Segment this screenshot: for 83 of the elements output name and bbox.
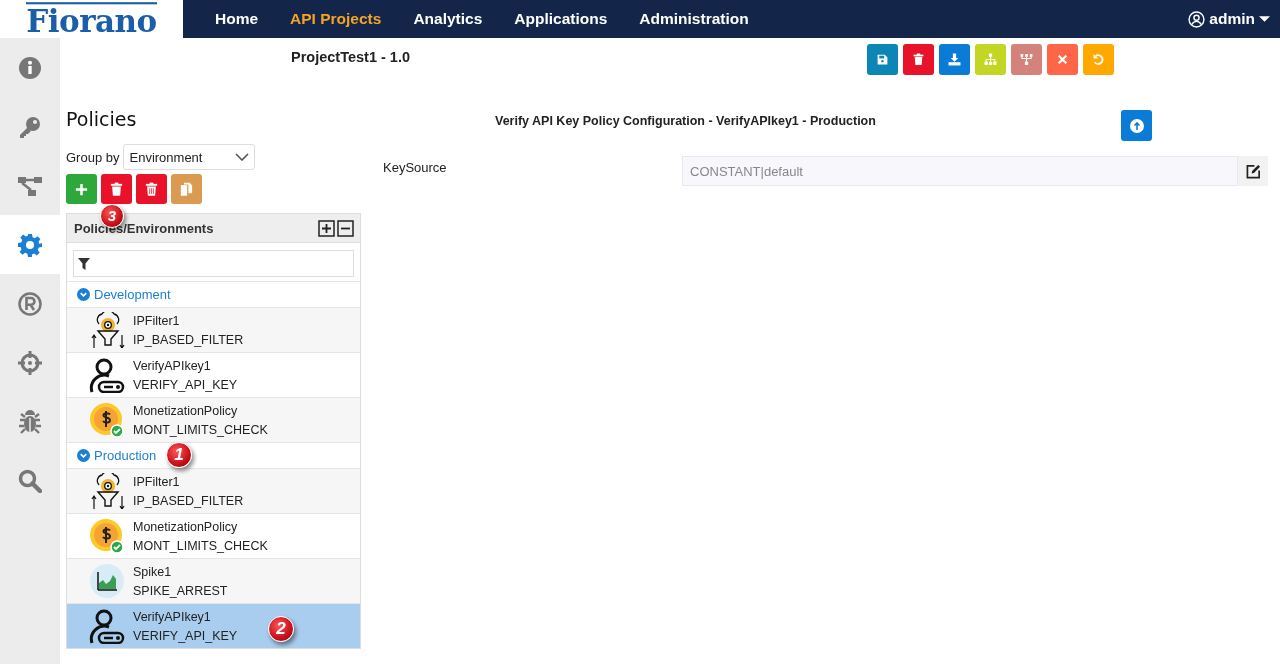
download-icon — [948, 53, 961, 66]
caret-icon[interactable] — [1259, 16, 1270, 22]
chevron-circle-icon[interactable] — [77, 449, 90, 462]
save-button[interactable] — [867, 44, 898, 75]
group-label[interactable]: Production — [94, 448, 157, 463]
group-by-label: Group by — [66, 149, 120, 165]
callout-marker: 1 — [166, 442, 192, 468]
sitemap-icon — [984, 53, 997, 66]
add-button[interactable] — [66, 174, 97, 204]
filter-gear-icon — [89, 312, 125, 348]
bug-icon[interactable] — [18, 409, 42, 434]
logo: Fiorano — [26, 2, 157, 36]
upload-icon — [1129, 118, 1144, 133]
section-title: Policies — [66, 108, 138, 130]
settings-icon[interactable] — [18, 232, 42, 257]
callout-marker: 2 — [268, 616, 294, 642]
user-menu[interactable]: admin — [1209, 10, 1255, 28]
policy-name: Spike1 — [133, 563, 173, 580]
plus-icon — [74, 181, 89, 197]
undo-icon — [1092, 53, 1105, 66]
close-button[interactable] — [1047, 44, 1078, 75]
info-icon[interactable] — [18, 55, 42, 80]
edit-button[interactable] — [1238, 156, 1268, 186]
policy-name: MonetizationPolicy — [133, 518, 239, 535]
nav-link[interactable]: Analytics — [397, 10, 499, 28]
trash-icon — [144, 181, 159, 197]
chevron-down-icon — [235, 153, 250, 161]
download-button[interactable] — [939, 44, 970, 75]
config-title: Verify API Key Policy Configuration - VerifyAPIkey1 - Production — [495, 114, 876, 128]
delete-button[interactable] — [903, 44, 934, 75]
trash-icon — [912, 53, 925, 66]
policy-item[interactable]: Spike1 SPIKE_ARREST — [67, 558, 360, 603]
user-key-icon — [89, 357, 125, 393]
nav-link[interactable]: Home — [199, 10, 275, 28]
copy-button[interactable] — [171, 174, 202, 204]
delete-button[interactable] — [101, 174, 132, 204]
policy-item[interactable]: IPFilter1 IP_BASED_FILTER — [67, 468, 360, 513]
user-key-icon — [89, 608, 125, 644]
policy-item[interactable]: IPFilter1 IP_BASED_FILTER — [67, 307, 360, 352]
delete-all-button[interactable] — [136, 174, 167, 204]
group-label[interactable]: Development — [94, 287, 171, 302]
dollar-coin-icon — [89, 402, 125, 438]
project-title: ProjectTest1 - 1.0 — [291, 49, 410, 65]
policy-type: IP_BASED_FILTER — [133, 492, 244, 509]
policy-name: IPFilter1 — [133, 312, 181, 329]
trash-icon — [109, 181, 124, 197]
policy-item[interactable]: VerifyAPIkey1 VERIFY_API_KEY 2 — [67, 603, 360, 648]
policy-type: SPIKE_ARREST — [133, 582, 228, 599]
policy-type: MONT_LIMITS_CHECK — [133, 421, 268, 438]
key-icon[interactable] — [18, 114, 42, 139]
filter-gear-icon — [89, 473, 125, 509]
policy-type: VERIFY_API_KEY — [133, 376, 238, 393]
edit-icon — [1245, 163, 1261, 179]
copy-icon — [179, 181, 194, 197]
policy-type: MONT_LIMITS_CHECK — [133, 537, 268, 554]
chevron-circle-icon[interactable] — [77, 288, 90, 301]
crosshair-icon[interactable] — [18, 350, 42, 375]
save-icon — [876, 53, 889, 66]
nav-link[interactable]: API Projects — [274, 10, 398, 28]
policy-name: VerifyAPIkey1 — [133, 357, 212, 374]
expand-all-icon[interactable] — [318, 219, 335, 237]
tree-icon — [1020, 53, 1033, 66]
group-by-select[interactable]: Environment — [123, 144, 256, 170]
tree-button[interactable] — [1011, 44, 1042, 75]
user-icon — [1188, 10, 1206, 28]
policy-item[interactable]: MonetizationPolicy MONT_LIMITS_CHECK — [67, 397, 360, 442]
policy-name: MonetizationPolicy — [133, 402, 239, 419]
field-label: KeySource — [383, 160, 448, 175]
collapse-all-icon[interactable] — [337, 219, 354, 237]
policy-type: IP_BASED_FILTER — [133, 331, 244, 348]
search-icon[interactable] — [18, 468, 42, 493]
policy-name: VerifyAPIkey1 — [133, 608, 212, 625]
policy-name: IPFilter1 — [133, 473, 181, 490]
registered-icon[interactable] — [18, 291, 42, 316]
filter-icon — [78, 257, 90, 270]
close-icon — [1056, 53, 1069, 66]
policy-type: VERIFY_API_KEY — [133, 627, 238, 644]
upload-button[interactable] — [1121, 110, 1152, 141]
nav-link[interactable]: Applications — [498, 10, 624, 28]
filter-field[interactable] — [73, 250, 354, 277]
spike-chart-icon — [89, 563, 125, 599]
dollar-coin-icon — [89, 518, 125, 554]
nav-link[interactable]: Administration — [623, 10, 765, 28]
